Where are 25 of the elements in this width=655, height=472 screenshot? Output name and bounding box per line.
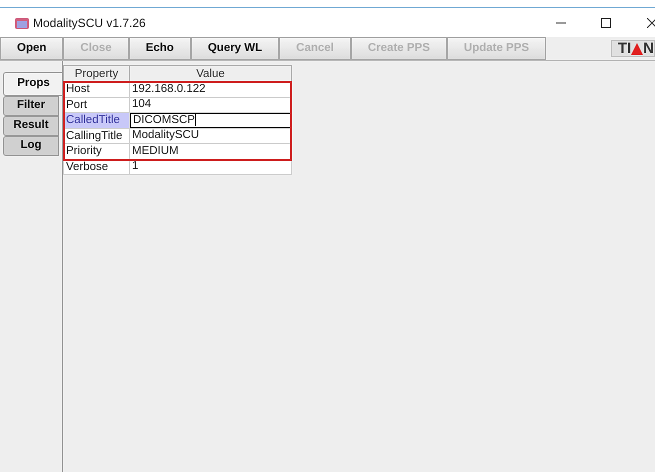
table-cell: Host [64, 82, 130, 96]
close-icon[interactable] [647, 18, 655, 28]
table-cell: 192.168.0.122 [130, 82, 291, 96]
text-cursor-icon [194, 114, 196, 126]
side-tab[interactable]: Props [3, 72, 63, 96]
table-cell: 104 [130, 98, 291, 112]
toolbar-button[interactable]: Query WL [190, 37, 280, 60]
logo: TI N [610, 40, 655, 57]
maximize-icon[interactable] [601, 18, 611, 28]
table-cell: Port [64, 98, 130, 112]
triangle-icon [631, 42, 644, 54]
column-header[interactable]: Property [64, 66, 130, 81]
table-cell: MEDIUM [130, 144, 291, 158]
toolbar-button[interactable]: Echo [128, 37, 191, 60]
side-tab[interactable]: Result [3, 116, 59, 136]
cell-editor-field[interactable]: DICOMSCP [130, 113, 291, 128]
table-cell: CallingTitle [64, 128, 130, 143]
table-cell: Priority [64, 144, 130, 158]
side-tab[interactable]: Log [3, 136, 59, 156]
table-cell: ModalitySCU [130, 128, 291, 143]
table-cell: CalledTitle [64, 113, 130, 128]
column-header[interactable]: Value [130, 66, 291, 81]
side-tab[interactable]: Filter [3, 96, 59, 116]
window-title: ModalitySCU v1.7.26 [33, 14, 146, 32]
toolbar-button[interactable]: Open [0, 37, 64, 60]
